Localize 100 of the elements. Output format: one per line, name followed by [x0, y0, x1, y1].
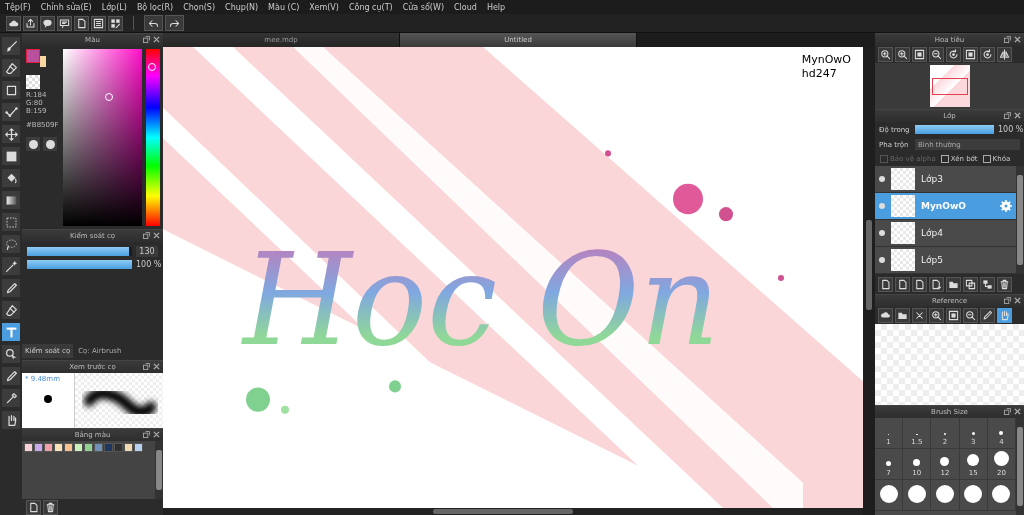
toolbar-button[interactable] — [144, 15, 163, 31]
tool-button[interactable] — [2, 257, 20, 275]
tool-button[interactable] — [2, 367, 20, 385]
menu-item[interactable]: Lớp(L) — [101, 2, 127, 12]
navigator-button[interactable] — [878, 47, 893, 62]
menu-item[interactable]: Chụp(N) — [225, 2, 259, 12]
palette-swatch[interactable] — [24, 443, 33, 452]
brush-size-cell[interactable] — [959, 480, 988, 511]
close-icon[interactable] — [1014, 36, 1021, 43]
tool-button[interactable] — [2, 147, 20, 165]
float-icon[interactable] — [1004, 408, 1011, 415]
navigator-thumbnail[interactable] — [929, 65, 970, 107]
navigator-button[interactable] — [946, 47, 961, 62]
layer-row[interactable]: Lớp4 — [875, 220, 1016, 247]
tool-button[interactable] — [2, 59, 20, 77]
slider-fill[interactable] — [27, 260, 132, 269]
hue-slider[interactable] — [146, 49, 160, 226]
layer-action-button[interactable] — [878, 276, 893, 292]
visibility-dot[interactable] — [879, 230, 885, 236]
visibility-dot[interactable] — [879, 176, 885, 182]
close-icon[interactable] — [153, 363, 160, 370]
gear-icon[interactable] — [1000, 200, 1012, 212]
scrollbar[interactable] — [1016, 418, 1024, 515]
menu-item[interactable]: Màu (C) — [268, 2, 300, 12]
float-icon[interactable] — [143, 232, 150, 239]
tool-button[interactable] — [2, 345, 20, 363]
close-icon[interactable] — [1014, 408, 1021, 415]
reference-button[interactable] — [980, 308, 995, 323]
menu-item[interactable]: Chọn(S) — [183, 2, 216, 12]
palette-swatch[interactable] — [114, 443, 123, 452]
palette-action-button[interactable] — [43, 499, 58, 515]
brush-size-cell[interactable] — [875, 480, 904, 511]
tool-button[interactable] — [2, 191, 20, 209]
close-icon[interactable] — [153, 232, 160, 239]
navigator-button[interactable] — [929, 47, 944, 62]
menu-item[interactable]: Cloud — [454, 2, 477, 12]
tool-button[interactable] — [2, 81, 20, 99]
brush-size-cell[interactable] — [931, 480, 960, 511]
visibility-dot[interactable] — [879, 203, 885, 209]
palette-swatch[interactable] — [44, 443, 53, 452]
background-swatch[interactable] — [40, 56, 46, 67]
reference-button[interactable] — [895, 308, 910, 323]
reference-button[interactable] — [878, 308, 893, 323]
palette-swatch[interactable] — [134, 443, 143, 452]
toolbar-button[interactable] — [57, 15, 72, 31]
navigator-button[interactable] — [895, 47, 910, 62]
navigator-button[interactable] — [963, 47, 978, 62]
palette-swatch[interactable] — [74, 443, 83, 452]
slider-fill[interactable] — [915, 125, 994, 134]
menu-item[interactable]: Bộ lọc(R) — [136, 2, 174, 12]
saturation-value-picker[interactable] — [63, 49, 142, 226]
slider-fill[interactable] — [27, 247, 129, 256]
layer-action-button[interactable] — [963, 276, 978, 292]
reference-button[interactable] — [963, 308, 978, 323]
tool-button[interactable] — [2, 37, 20, 55]
toolbar-button[interactable] — [40, 15, 55, 31]
float-icon[interactable] — [143, 431, 150, 438]
scrollbar[interactable] — [163, 508, 863, 515]
close-icon[interactable] — [1014, 297, 1021, 304]
tool-button[interactable] — [2, 169, 20, 187]
palette-button[interactable] — [26, 137, 40, 151]
menu-item[interactable]: Công cụ(T) — [348, 2, 393, 12]
float-icon[interactable] — [143, 36, 150, 43]
tool-button[interactable] — [2, 411, 20, 429]
tool-button[interactable] — [2, 235, 20, 253]
scrollbar[interactable] — [863, 47, 875, 515]
tool-button[interactable] — [2, 301, 20, 319]
close-icon[interactable] — [153, 431, 160, 438]
palette-button[interactable] — [43, 137, 57, 151]
palette-swatch[interactable] — [104, 443, 113, 452]
close-icon[interactable] — [1014, 112, 1021, 119]
tool-button[interactable] — [2, 103, 20, 121]
palette-swatch[interactable] — [84, 443, 93, 452]
float-icon[interactable] — [143, 363, 150, 370]
layer-action-button[interactable] — [912, 276, 927, 292]
tool-button[interactable] — [2, 125, 20, 143]
reference-button[interactable] — [946, 308, 961, 323]
toolbar-button[interactable] — [74, 15, 89, 31]
navigator-button[interactable] — [980, 47, 995, 62]
menu-item[interactable]: Xem(V) — [309, 2, 339, 12]
reference-button[interactable] — [912, 308, 927, 323]
menu-item[interactable]: Chỉnh sửa(E) — [40, 2, 92, 12]
palette-swatch[interactable] — [94, 443, 103, 452]
close-icon[interactable] — [153, 36, 160, 43]
layer-action-button[interactable] — [997, 276, 1012, 292]
layer-action-button[interactable] — [929, 276, 944, 292]
palette-swatch[interactable] — [64, 443, 73, 452]
layer-action-button[interactable] — [895, 276, 910, 292]
toolbar-button[interactable] — [91, 15, 106, 31]
layer-action-button[interactable] — [980, 276, 995, 292]
menu-item[interactable]: Tệp(F) — [5, 2, 31, 12]
scrollbar[interactable] — [155, 441, 163, 499]
tool-button[interactable] — [2, 389, 20, 407]
palette-swatch[interactable] — [34, 443, 43, 452]
transparent-swatch[interactable] — [26, 75, 40, 89]
foreground-swatch[interactable] — [26, 49, 40, 63]
navigator-button[interactable] — [997, 47, 1012, 62]
float-icon[interactable] — [1004, 297, 1011, 304]
tool-button[interactable] — [2, 279, 20, 297]
scrollbar[interactable] — [1016, 166, 1024, 274]
